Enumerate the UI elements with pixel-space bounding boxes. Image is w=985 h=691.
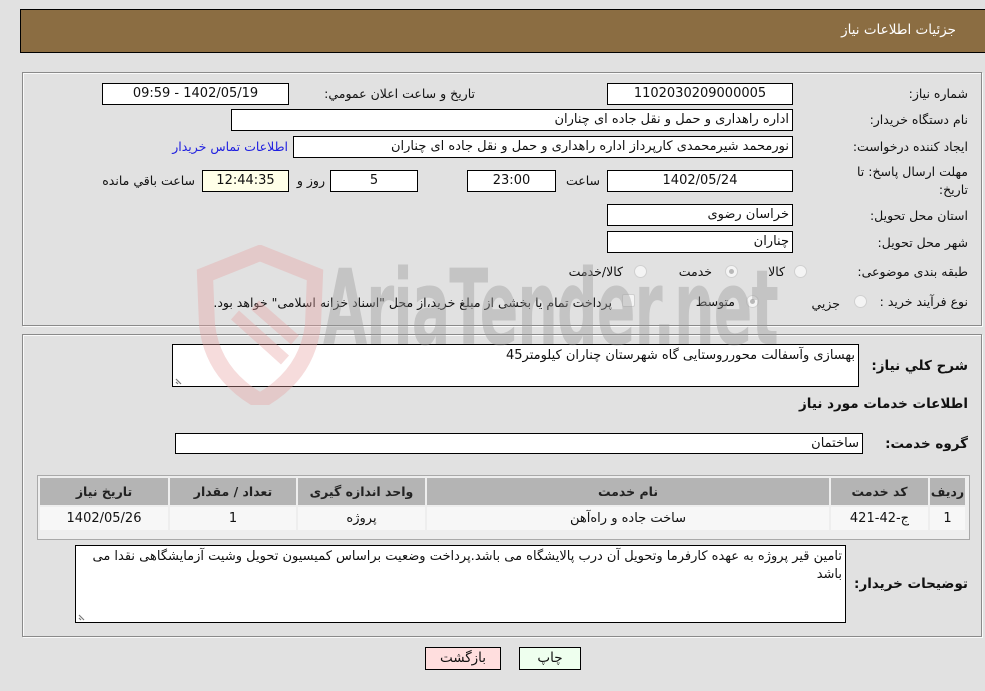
process-option-minor: جزيي <box>811 296 840 311</box>
deadline-label-line1: مهلت ارسال پاسخ: تا <box>857 164 968 179</box>
category-option-goods-service: کالا/خدمت <box>568 264 623 279</box>
table-row: 1 ج-42-421 ساخت جاده و راه‌آهن پروژه 1 1… <box>40 507 965 530</box>
need-number-field[interactable]: 1102030209000005 <box>607 83 793 105</box>
announce-datetime-field[interactable]: 1402/05/19 - 09:59 <box>102 83 289 105</box>
page-title: جزئيات اطلاعات نیاز <box>841 22 956 38</box>
column-header-quantity: تعداد / مقدار <box>170 478 296 505</box>
announce-datetime-label: تاریخ و ساعت اعلان عمومي: <box>324 86 475 101</box>
column-header-unit: واحد اندازه گیری <box>298 478 425 505</box>
buyer-org-field[interactable]: اداره راهداری و حمل و نقل جاده ای چناران <box>231 109 793 131</box>
process-radio-medium[interactable] <box>746 295 759 308</box>
deadline-time-field[interactable]: 23:00 <box>467 170 556 192</box>
cell-row-number: 1 <box>930 507 965 530</box>
category-option-service: خدمت <box>678 264 712 279</box>
description-text: بهسازی وآسفالت محورروستایی گاه شهرستان چ… <box>505 348 855 363</box>
buyer-contact-link[interactable]: اطلاعات تماس خریدار <box>172 139 288 154</box>
description-label: شرح کلي نیاز: <box>871 358 968 374</box>
category-option-goods: کالا <box>768 264 785 279</box>
column-header-need-date: تاریخ نیاز <box>40 478 168 505</box>
province-field[interactable]: خراسان رضوی <box>607 204 793 226</box>
buyer-notes-textarea[interactable]: تامین قیر پروژه به عهده کارفرما وتحویل آ… <box>75 545 846 623</box>
process-radio-minor[interactable] <box>854 295 867 308</box>
service-group-field[interactable]: ساختمان <box>175 433 863 454</box>
print-button[interactable]: چاپ <box>519 647 581 670</box>
treasury-checkbox[interactable] <box>622 294 635 307</box>
buyer-notes-text: تامین قیر پروژه به عهده کارفرما وتحویل آ… <box>92 549 842 582</box>
requester-field[interactable]: نورمحمد شیرمحمدی کارپرداز اداره راهداری … <box>293 136 793 158</box>
deadline-date-field[interactable]: 1402/05/24 <box>607 170 793 192</box>
remaining-time-label: ساعت باقي مانده <box>102 173 195 188</box>
description-textarea[interactable]: بهسازی وآسفالت محورروستایی گاه شهرستان چ… <box>172 344 859 387</box>
service-group-label: گروه خدمت: <box>885 436 968 452</box>
category-label: طبقه بندی موضوعی: <box>857 264 968 279</box>
resize-grip-icon[interactable] <box>78 612 87 621</box>
city-label: شهر محل تحویل: <box>877 235 968 250</box>
remaining-days-field[interactable]: 5 <box>330 170 418 192</box>
page-header: جزئيات اطلاعات نیاز <box>20 9 985 53</box>
category-radio-goods[interactable] <box>794 265 807 278</box>
column-header-row-number: ردیف <box>930 478 965 505</box>
cell-service-code: ج-42-421 <box>831 507 928 530</box>
cell-need-date: 1402/05/26 <box>40 507 168 530</box>
days-label: روز و <box>296 173 325 188</box>
buyer-org-label: نام دستگاه خریدار: <box>869 112 968 127</box>
cell-unit: پروژه <box>298 507 425 530</box>
services-heading: اطلاعات خدمات مورد نیاز <box>798 396 968 412</box>
cell-service-name: ساخت جاده و راه‌آهن <box>427 507 829 530</box>
column-header-service-code: کد خدمت <box>831 478 928 505</box>
services-table: ردیف کد خدمت نام خدمت واحد اندازه گیری ت… <box>37 475 970 540</box>
province-label: استان محل تحویل: <box>869 208 968 223</box>
back-button[interactable]: بازگشت <box>425 647 501 670</box>
category-radio-service[interactable] <box>725 265 738 278</box>
deadline-time-label: ساعت <box>565 173 600 188</box>
treasury-checkbox-label: پرداخت تمام یا بخشی از مبلغ خرید،از محل … <box>213 295 612 310</box>
column-header-service-name: نام خدمت <box>427 478 829 505</box>
resize-grip-icon[interactable] <box>175 376 184 385</box>
process-label: نوع فرآیند خرید : <box>879 294 968 309</box>
city-field[interactable]: چناران <box>607 231 793 253</box>
buyer-notes-label: توضیحات خریدار: <box>854 576 968 592</box>
process-option-medium: متوسط <box>695 294 735 309</box>
need-number-label: شماره نیاز: <box>908 86 968 101</box>
requester-label: ایجاد کننده درخواست: <box>852 139 968 154</box>
table-header-row: ردیف کد خدمت نام خدمت واحد اندازه گیری ت… <box>40 478 965 505</box>
category-radio-goods-service[interactable] <box>634 265 647 278</box>
deadline-label-line2: تاریخ: <box>938 182 968 197</box>
remaining-time-field[interactable]: 12:44:35 <box>202 170 289 192</box>
cell-quantity: 1 <box>170 507 296 530</box>
